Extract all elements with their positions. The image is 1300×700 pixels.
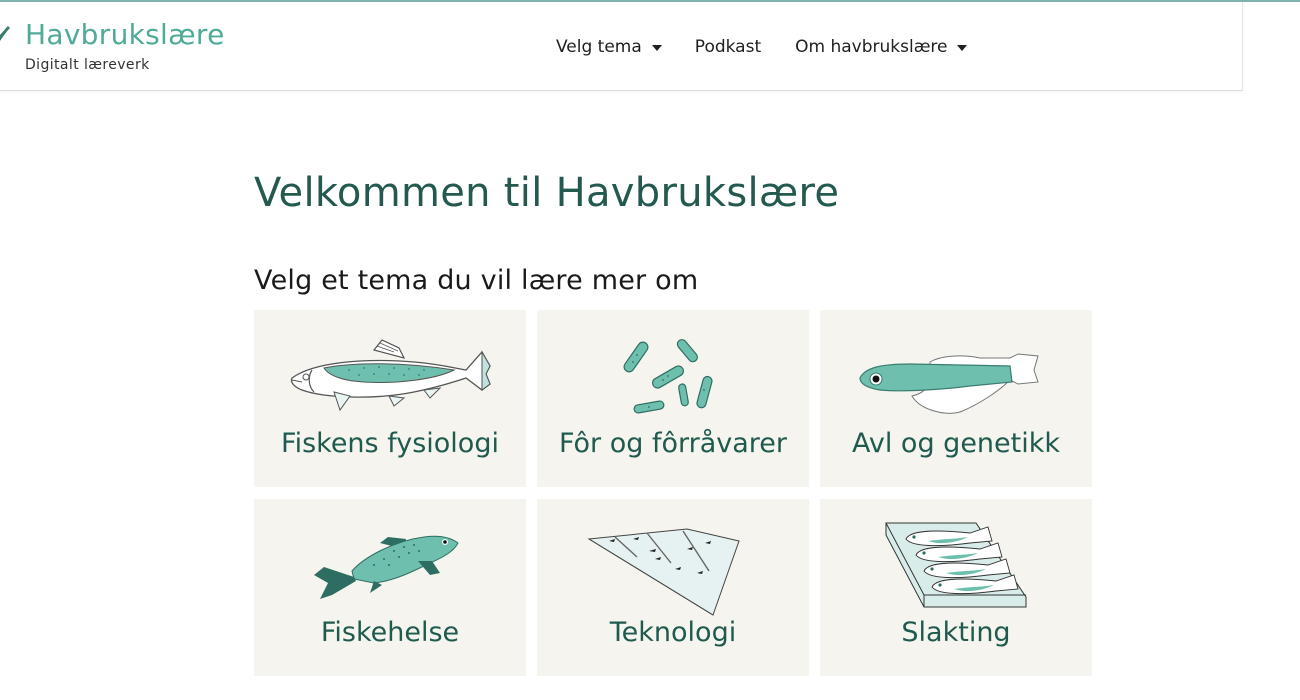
site-header: Havbrukslære Digitalt læreverk Velg tema… xyxy=(0,2,1243,91)
page-subtitle: Velg et tema du vil lære mer om xyxy=(254,265,699,296)
nav-label: Podkast xyxy=(694,37,762,57)
topic-label: Teknologi xyxy=(609,617,737,648)
fish-tank-icon xyxy=(587,528,740,616)
topic-label: Fiskehelse xyxy=(320,617,460,648)
nav-label: Velg tema xyxy=(556,37,642,57)
nav-label: Om havbrukslære xyxy=(795,37,948,57)
page-title: Velkommen til Havbrukslære xyxy=(254,170,840,216)
caret-down-icon xyxy=(957,44,968,51)
topic-label: Fôr og fôrråvarer xyxy=(558,428,788,459)
topic-label: Fiskens fysiologi xyxy=(281,428,499,459)
main-nav: Velg tema Podkast Om havbrukslære xyxy=(556,35,968,59)
topic-card-fiskehelse[interactable]: Fiskehelse xyxy=(254,499,526,676)
topic-card-avl-og-genetikk[interactable]: Avl og genetikk xyxy=(820,310,1092,487)
topic-label: Avl og genetikk xyxy=(851,428,1061,459)
fish-box-icon xyxy=(885,522,1027,608)
nav-podkast[interactable]: Podkast xyxy=(695,37,761,57)
brand-subtitle: Digitalt læreverk xyxy=(25,57,150,73)
brand[interactable]: Havbrukslære Digitalt læreverk xyxy=(25,18,225,74)
topic-label: Slakting xyxy=(901,617,1011,648)
topic-card-slakting[interactable]: Slakting xyxy=(820,499,1092,676)
brand-title[interactable]: Havbrukslære xyxy=(25,18,225,52)
logo-fish-tail-icon[interactable] xyxy=(0,24,10,50)
caret-down-icon xyxy=(651,44,662,51)
topic-card-fiskens-fysiologi[interactable]: Fiskens fysiologi xyxy=(254,310,526,487)
salmon-anatomy-icon xyxy=(290,339,491,412)
topic-grid: Fiskens fysiologi Fôr og fôrråvarer Avl … xyxy=(254,310,1092,676)
salmon-icon xyxy=(314,535,459,599)
feed-pellets-icon xyxy=(623,339,713,414)
nav-om-havbrukslaere[interactable]: Om havbrukslære xyxy=(795,37,968,57)
topic-card-teknologi[interactable]: Teknologi xyxy=(537,499,809,676)
larva-fish-icon xyxy=(859,353,1039,414)
topic-card-for-og-forravarer[interactable]: Fôr og fôrråvarer xyxy=(537,310,809,487)
nav-velg-tema[interactable]: Velg tema xyxy=(556,37,662,57)
